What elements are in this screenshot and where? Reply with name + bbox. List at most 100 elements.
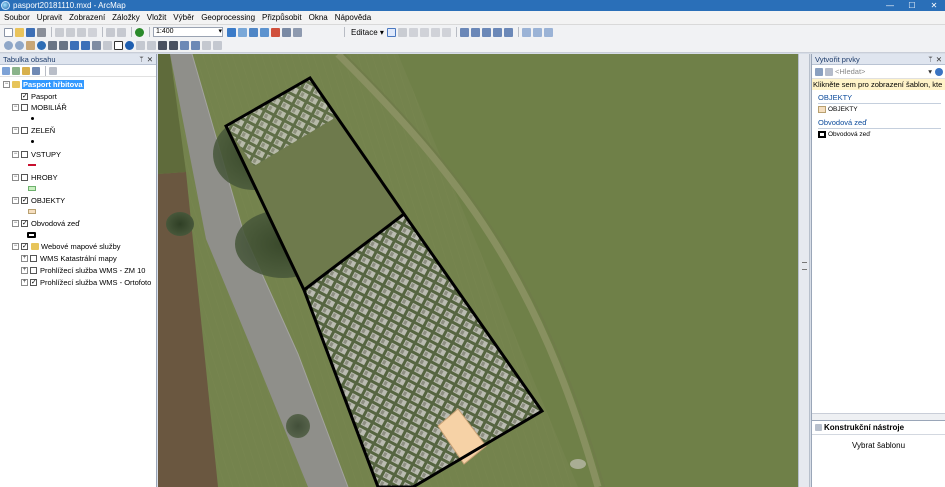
layer-checkbox[interactable]: ✓ [21,243,28,250]
save-icon[interactable] [26,27,35,37]
search-icon[interactable] [935,67,943,76]
go-to-xy-icon[interactable] [191,41,200,50]
close-icon[interactable]: ✕ [147,55,153,64]
layer-checkbox[interactable] [21,151,28,158]
html-popup-icon[interactable] [147,41,156,50]
paste-icon[interactable] [77,27,86,37]
collapse-icon[interactable]: − [12,127,19,134]
layer-row[interactable]: − ✓ Webové mapové služby [12,242,121,251]
menu-napoveda[interactable]: Nápověda [335,13,371,22]
menu-vlozit[interactable]: Vložit [147,13,167,22]
close-icon[interactable]: ✕ [936,55,942,64]
menu-geoprocessing[interactable]: Geoprocessing [201,13,255,22]
minimize-button[interactable]: — [879,0,901,11]
layer-row[interactable]: − VSTUPY [12,150,61,159]
menu-soubor[interactable]: Soubor [4,13,30,22]
data-frame-name[interactable]: Pasport hřbitova [22,80,84,89]
menu-vyber[interactable]: Výběr [173,13,194,22]
menu-prizpusobit[interactable]: Přizpůsobit [262,13,302,22]
panel-splitter[interactable] [798,54,810,487]
edit-tool-icon[interactable] [386,27,396,37]
menu-zalozky[interactable]: Záložky [112,13,140,22]
organize-templates-icon[interactable] [815,67,823,76]
menu-okna[interactable]: Okna [309,13,328,22]
find-icon[interactable] [169,41,178,50]
templates-hint-bar[interactable]: Klikněte sem pro zobrazení šablon, kte [812,79,945,90]
catalog-icon[interactable] [249,27,258,37]
layer-row[interactable]: − ✓ OBJEKTY [12,196,65,205]
filter-icon[interactable] [825,67,833,76]
endpoint-arc-icon[interactable] [419,27,429,37]
select-by-rectangle-icon[interactable] [92,41,101,50]
copy-icon[interactable] [66,27,75,37]
undo-icon[interactable] [106,27,115,37]
edit-vertices-icon[interactable] [459,27,469,37]
split-tool-icon[interactable] [492,27,502,37]
layer-row[interactable]: + Prohlížecí služba WMS - ZM 10 [21,266,145,275]
layer-checkbox[interactable] [30,267,37,274]
layer-checkbox[interactable]: ✓ [21,93,28,100]
menu-upravit[interactable]: Upravit [37,13,62,22]
collapse-icon[interactable]: − [12,220,19,227]
create-features-icon[interactable] [543,27,553,37]
attributes-icon[interactable] [521,27,531,37]
close-button[interactable]: ✕ [923,0,945,11]
menu-zobrazeni[interactable]: Zobrazení [69,13,105,22]
delete-icon[interactable] [88,27,97,37]
splitter-grip[interactable] [802,262,807,270]
layer-checkbox[interactable] [21,127,28,134]
trace-icon[interactable] [430,27,440,37]
fixed-zoom-in-icon[interactable] [48,41,57,50]
layer-row[interactable]: + ✓ Prohlížecí služba WMS - Ortofoto [21,278,151,287]
collapse-icon[interactable]: − [12,174,19,181]
redo-icon[interactable] [117,27,126,37]
template-item[interactable]: OBJEKTY [812,106,945,113]
map-scale-dropdown[interactable]: 1:400 ▾ [153,27,223,37]
zoom-in-icon[interactable] [4,41,13,50]
python-window-icon[interactable] [282,27,291,37]
layer-row[interactable]: ✓ Pasport [21,92,57,101]
expand-icon[interactable]: + [21,279,28,286]
fixed-zoom-out-icon[interactable] [59,41,68,50]
find-route-icon[interactable] [180,41,189,50]
open-folder-icon[interactable] [15,27,24,37]
reshape-icon[interactable] [470,27,480,37]
horizontal-scrollbar[interactable] [812,413,945,420]
time-slider-icon[interactable] [202,41,211,50]
editor-toolbar-icon[interactable] [227,27,236,37]
layer-checkbox[interactable] [21,174,28,181]
create-viewer-window-icon[interactable] [213,41,222,50]
template-search-input[interactable]: <Hledat> [835,67,865,76]
expand-icon[interactable]: + [21,267,28,274]
search-window-icon[interactable] [260,27,269,37]
collapse-icon[interactable]: − [12,151,19,158]
collapse-icon[interactable]: − [12,104,19,111]
layer-row[interactable]: − HROBY [12,173,58,182]
pan-icon[interactable] [26,41,35,50]
layer-row[interactable]: + WMS Katastrální mapy [21,254,117,263]
back-extent-icon[interactable] [70,41,79,50]
expand-icon[interactable]: + [21,255,28,262]
model-builder-icon[interactable] [293,27,302,37]
collapse-icon[interactable]: − [12,197,19,204]
zoom-out-icon[interactable] [15,41,24,50]
hyperlink-icon[interactable] [136,41,145,50]
ortophoto-map[interactable] [158,54,798,487]
rotate-icon[interactable] [503,27,513,37]
template-item[interactable]: Obvodová zeď [812,131,945,138]
add-data-icon[interactable] [135,27,144,37]
cut-icon[interactable] [55,27,64,37]
cut-polygons-icon[interactable] [481,27,491,37]
select-elements-icon[interactable] [114,41,123,50]
chevron-down-icon[interactable]: ▾ [928,67,932,76]
pin-icon[interactable]: ᛘ [928,55,933,64]
print-icon[interactable] [37,27,46,37]
clear-selection-icon[interactable] [103,41,112,50]
editace-menu[interactable]: Editace ▾ [351,28,384,37]
list-by-source-icon[interactable] [12,66,20,75]
list-by-visibility-icon[interactable] [22,66,30,75]
arctoolbox-icon[interactable] [271,27,280,37]
forward-extent-icon[interactable] [81,41,90,50]
table-of-contents-icon[interactable] [238,27,247,37]
collapse-icon[interactable]: − [12,243,19,250]
